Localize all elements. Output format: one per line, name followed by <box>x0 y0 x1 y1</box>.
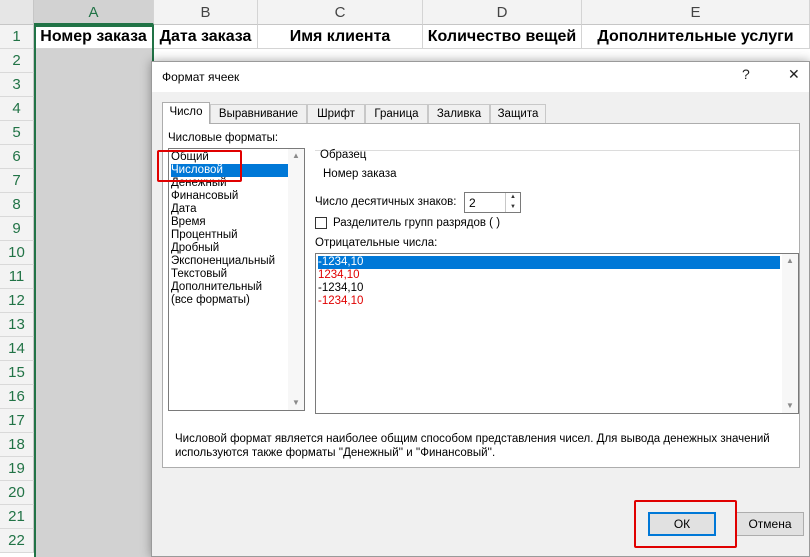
format-cells-dialog: Формат ячеек ? ✕ Число Выравнивание Шриф… <box>151 61 810 557</box>
sample-label: Образец <box>320 149 367 161</box>
column-header-c[interactable]: C <box>258 0 423 25</box>
dialog-title: Формат ячеек <box>162 70 240 84</box>
format-item[interactable]: Текстовый <box>171 268 231 281</box>
header-cell-order-date[interactable]: Дата заказа <box>154 25 258 49</box>
stepper-up-icon[interactable]: ▲ <box>506 193 520 202</box>
negative-numbers-label: Отрицательные числа: <box>315 237 438 249</box>
row-header[interactable]: 9 <box>0 217 34 241</box>
stepper-down-icon[interactable]: ▼ <box>506 203 520 212</box>
negative-option[interactable]: -1234,10 <box>318 282 363 295</box>
format-item[interactable]: (все форматы) <box>171 294 254 307</box>
row-header[interactable]: 13 <box>0 313 34 337</box>
separator-checkbox[interactable] <box>315 217 327 229</box>
column-header-e[interactable]: E <box>582 0 810 25</box>
select-all-corner[interactable] <box>0 0 34 25</box>
row-header[interactable]: 5 <box>0 121 34 145</box>
row-header[interactable]: 21 <box>0 505 34 529</box>
scroll-up-arrow-icon[interactable]: ▲ <box>782 254 798 268</box>
header-cell-client-name[interactable]: Имя клиента <box>258 25 423 49</box>
row-header[interactable]: 8 <box>0 193 34 217</box>
cancel-button[interactable]: Отмена <box>736 512 804 536</box>
row-header[interactable]: 18 <box>0 433 34 457</box>
row-header[interactable]: 1 <box>0 25 34 49</box>
formats-scrollbar[interactable]: ▲ ▼ <box>288 149 304 410</box>
negative-option[interactable]: 1234,10 <box>318 269 360 282</box>
dialog-titlebar[interactable]: Формат ячеек ? ✕ <box>152 62 809 92</box>
column-header-a[interactable]: A <box>34 0 154 25</box>
selected-column-a <box>34 49 154 557</box>
row-header[interactable]: 16 <box>0 385 34 409</box>
tab-number[interactable]: Число <box>162 102 210 124</box>
row-header[interactable]: 7 <box>0 169 34 193</box>
format-item[interactable]: Дата <box>171 203 200 216</box>
column-header-b[interactable]: B <box>154 0 258 25</box>
format-item[interactable]: Финансовый <box>171 190 242 203</box>
row-header[interactable]: 19 <box>0 457 34 481</box>
highlight-box-format <box>157 150 242 182</box>
row-header[interactable]: 3 <box>0 73 34 97</box>
tab-alignment[interactable]: Выравнивание <box>210 104 307 123</box>
tab-fill[interactable]: Заливка <box>428 104 490 123</box>
row-header[interactable]: 6 <box>0 145 34 169</box>
column-header-d[interactable]: D <box>423 0 582 25</box>
scroll-down-arrow-icon[interactable]: ▼ <box>782 399 798 413</box>
formats-label: Числовые форматы: <box>168 132 279 144</box>
tab-protection[interactable]: Защита <box>490 104 546 123</box>
stepper-buttons: ▲ ▼ <box>505 193 520 212</box>
header-cell-extra-services[interactable]: Дополнительные услуги <box>582 25 810 49</box>
number-tab-panel: Числовые форматы: Общий Числовой Денежны… <box>162 123 800 468</box>
format-item[interactable]: Дробный <box>171 242 223 255</box>
negative-scrollbar[interactable]: ▲ ▼ <box>782 254 798 413</box>
sample-value: Номер заказа <box>323 168 397 180</box>
format-item[interactable]: Время <box>171 216 210 229</box>
negative-option[interactable]: -1234,10 <box>318 256 780 269</box>
row-header[interactable]: 10 <box>0 241 34 265</box>
row-header[interactable]: 2 <box>0 49 34 73</box>
format-description: Числовой формат является наиболее общим … <box>175 433 770 459</box>
negative-option[interactable]: -1234,10 <box>318 295 363 308</box>
decimals-value[interactable]: 2 <box>469 196 476 210</box>
decimals-stepper[interactable]: 2 ▲ ▼ <box>464 192 521 213</box>
number-formats-list[interactable]: Общий Числовой Денежный Финансовый Дата … <box>168 148 305 411</box>
header-cell-items-count[interactable]: Количество вещей <box>423 25 582 49</box>
row-header[interactable]: 22 <box>0 529 34 553</box>
highlight-box-ok <box>634 500 737 548</box>
row-header[interactable]: 15 <box>0 361 34 385</box>
negative-numbers-list[interactable]: -1234,10 1234,10 -1234,10 -1234,10 ▲ ▼ <box>315 253 799 414</box>
row-header[interactable]: 4 <box>0 97 34 121</box>
help-icon[interactable]: ? <box>742 66 750 82</box>
tab-font[interactable]: Шрифт <box>307 104 365 123</box>
row-header[interactable]: 20 <box>0 481 34 505</box>
format-item[interactable]: Экспоненциальный <box>171 255 279 268</box>
row-header[interactable]: 11 <box>0 265 34 289</box>
scroll-down-arrow-icon[interactable]: ▼ <box>288 396 304 410</box>
row-header[interactable]: 17 <box>0 409 34 433</box>
tab-border[interactable]: Граница <box>365 104 428 123</box>
format-item[interactable]: Процентный <box>171 229 242 242</box>
close-icon[interactable]: ✕ <box>788 66 800 83</box>
separator-label[interactable]: Разделитель групп разрядов ( ) <box>333 217 500 229</box>
active-cell-border <box>34 25 154 49</box>
scroll-up-arrow-icon[interactable]: ▲ <box>288 149 304 163</box>
row-header[interactable]: 12 <box>0 289 34 313</box>
row-header[interactable]: 14 <box>0 337 34 361</box>
format-item[interactable]: Дополнительный <box>171 281 266 294</box>
decimals-label: Число десятичных знаков: <box>315 196 457 208</box>
